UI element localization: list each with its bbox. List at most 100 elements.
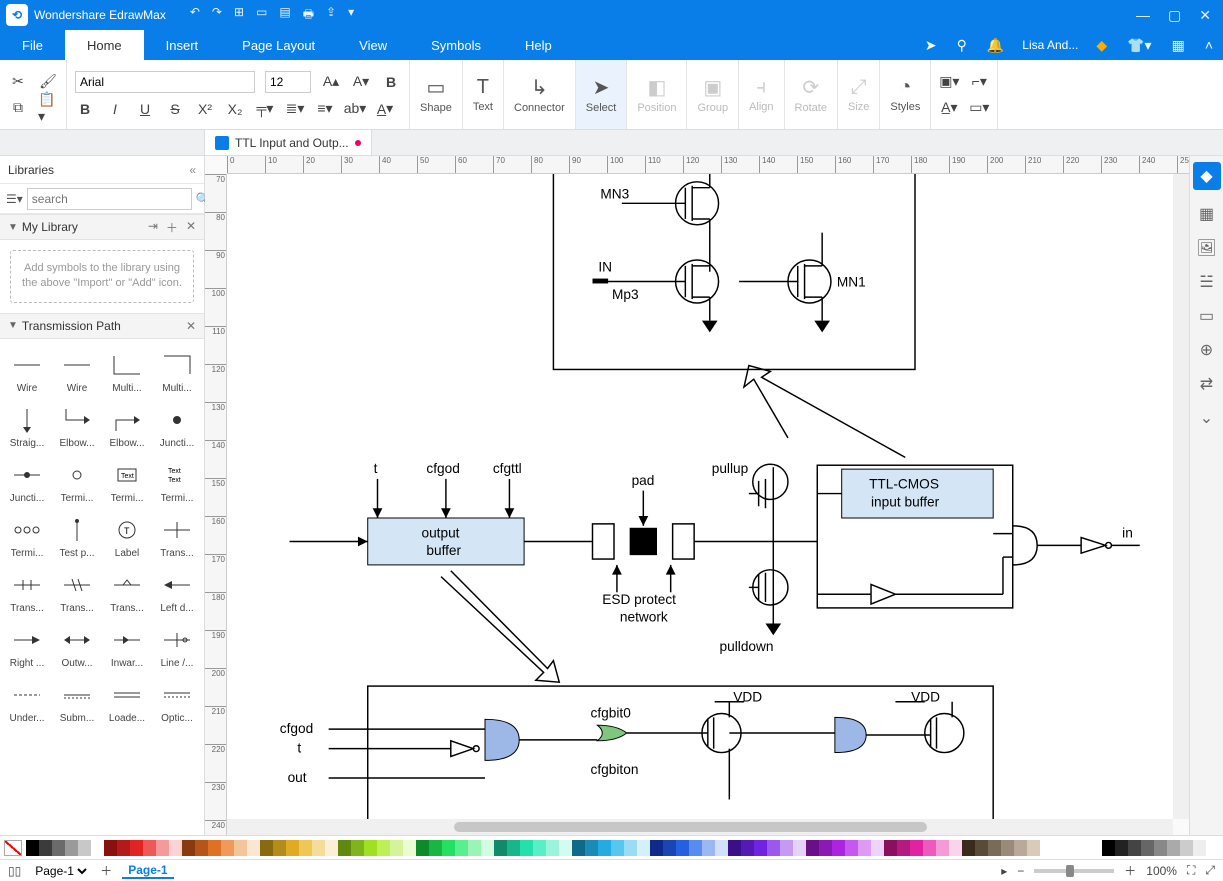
color-swatch[interactable] bbox=[442, 840, 455, 856]
color-swatch[interactable] bbox=[1001, 840, 1014, 856]
shuffle-icon[interactable]: ⇄ bbox=[1200, 374, 1213, 394]
minimize-icon[interactable]: — bbox=[1136, 7, 1150, 24]
color-swatch[interactable] bbox=[325, 840, 338, 856]
color-swatch[interactable] bbox=[260, 840, 273, 856]
symbol-item[interactable]: TextTextTermi... bbox=[152, 455, 202, 510]
symbol-item[interactable]: Wire bbox=[52, 345, 102, 400]
symbol-item[interactable]: Termi... bbox=[52, 455, 102, 510]
color-swatch[interactable] bbox=[949, 840, 962, 856]
maximize-icon[interactable]: ▢ bbox=[1168, 7, 1181, 24]
color-swatch[interactable] bbox=[91, 840, 104, 856]
color-swatch[interactable] bbox=[741, 840, 754, 856]
chevron-down-icon[interactable]: ▼ bbox=[8, 320, 18, 331]
send-icon[interactable]: ➤ bbox=[925, 37, 937, 54]
print-icon[interactable]: 🖶 bbox=[303, 5, 314, 26]
redo-icon[interactable]: ↷ bbox=[212, 5, 222, 26]
color-swatch[interactable] bbox=[832, 840, 845, 856]
color-swatch[interactable] bbox=[78, 840, 91, 856]
symbol-item[interactable]: Optic... bbox=[152, 675, 202, 730]
color-swatch[interactable] bbox=[65, 840, 78, 856]
apps-icon[interactable]: ▦ bbox=[1172, 37, 1185, 54]
symbol-item[interactable]: Trans... bbox=[102, 565, 152, 620]
page-tab[interactable]: Page-1 bbox=[122, 863, 173, 879]
color-swatch[interactable] bbox=[598, 840, 611, 856]
fill-icon[interactable]: ▣▾ bbox=[939, 72, 959, 92]
shape-tool[interactable]: ▭Shape bbox=[410, 60, 463, 129]
color-swatch[interactable] bbox=[858, 840, 871, 856]
italic-button[interactable]: I bbox=[105, 99, 125, 119]
symbol-mn3[interactable]: MN3 bbox=[600, 174, 718, 272]
collapse-panel-icon[interactable]: « bbox=[189, 163, 196, 177]
comment-icon[interactable]: ⌄ bbox=[1200, 408, 1213, 428]
color-swatch[interactable] bbox=[754, 840, 767, 856]
color-swatch[interactable] bbox=[351, 840, 364, 856]
color-swatch[interactable] bbox=[169, 840, 182, 856]
color-swatch[interactable] bbox=[156, 840, 169, 856]
color-swatch[interactable] bbox=[208, 840, 221, 856]
close-icon[interactable]: ✕ bbox=[1199, 7, 1211, 24]
symbol-buffer-out[interactable] bbox=[1081, 538, 1105, 554]
symbol-item[interactable]: Test p... bbox=[52, 510, 102, 565]
close-section-icon[interactable]: ✕ bbox=[186, 319, 196, 333]
symbol-item[interactable]: Under... bbox=[2, 675, 52, 730]
new-icon[interactable]: ⊞ bbox=[234, 5, 244, 26]
tshirt-icon[interactable]: 👕▾ bbox=[1127, 37, 1151, 54]
font-grow-icon[interactable]: A▴ bbox=[321, 72, 341, 92]
color-swatch[interactable] bbox=[728, 840, 741, 856]
color-swatch[interactable] bbox=[416, 840, 429, 856]
menu-view[interactable]: View bbox=[337, 30, 409, 60]
menu-symbols[interactable]: Symbols bbox=[409, 30, 503, 60]
color-swatch[interactable] bbox=[52, 840, 65, 856]
gray-swatch[interactable] bbox=[1102, 840, 1115, 856]
color-swatch[interactable] bbox=[221, 840, 234, 856]
symbol-item[interactable]: Multi... bbox=[102, 345, 152, 400]
play-icon[interactable]: ▸ bbox=[1001, 864, 1007, 878]
strike-button[interactable]: S bbox=[165, 99, 185, 119]
gray-swatch[interactable] bbox=[1154, 840, 1167, 856]
symbol-and-gate-2[interactable] bbox=[485, 719, 519, 760]
color-swatch[interactable] bbox=[130, 840, 143, 856]
text-tool[interactable]: TText bbox=[463, 60, 504, 129]
open-icon[interactable]: ▭ bbox=[256, 5, 267, 26]
zoom-in-icon[interactable]: ＋ bbox=[1124, 862, 1136, 879]
vertical-scrollbar[interactable] bbox=[1173, 174, 1189, 819]
color-swatch[interactable] bbox=[663, 840, 676, 856]
color-swatch[interactable] bbox=[195, 840, 208, 856]
symbol-item[interactable]: Trans... bbox=[2, 565, 52, 620]
color-swatch[interactable] bbox=[117, 840, 130, 856]
symbol-item[interactable]: Subm... bbox=[52, 675, 102, 730]
zoom-slider[interactable] bbox=[1034, 869, 1114, 873]
image-icon[interactable]: 🖼 bbox=[1196, 238, 1216, 258]
color-swatch[interactable] bbox=[26, 840, 39, 856]
theme-icon[interactable]: ◆ bbox=[1193, 162, 1221, 190]
arrow-style-icon[interactable]: ▭▾ bbox=[969, 98, 989, 118]
color-swatch[interactable] bbox=[494, 840, 507, 856]
symbol-and-gate-3[interactable] bbox=[835, 717, 866, 752]
color-swatch[interactable] bbox=[624, 840, 637, 856]
color-swatch[interactable] bbox=[364, 840, 377, 856]
symbol-item[interactable]: Right ... bbox=[2, 620, 52, 675]
color-swatch[interactable] bbox=[572, 840, 585, 856]
insert-icon[interactable]: ⊕ bbox=[1200, 340, 1213, 360]
undo-icon[interactable]: ↶ bbox=[190, 5, 200, 26]
symbol-item[interactable]: Straig... bbox=[2, 400, 52, 455]
format-painter-icon[interactable]: 🖌 bbox=[38, 72, 58, 92]
menu-insert[interactable]: Insert bbox=[144, 30, 221, 60]
no-color-swatch[interactable] bbox=[4, 840, 22, 856]
color-swatch[interactable] bbox=[247, 840, 260, 856]
color-swatch[interactable] bbox=[975, 840, 988, 856]
add-icon[interactable]: ＋ bbox=[166, 219, 178, 236]
color-swatch[interactable] bbox=[312, 840, 325, 856]
symbol-item[interactable]: Outw... bbox=[52, 620, 102, 675]
symbol-item[interactable]: Termi... bbox=[2, 510, 52, 565]
underline-button[interactable]: U bbox=[135, 99, 155, 119]
drawing-canvas[interactable]: MN3 IN Mp3 bbox=[227, 174, 1173, 819]
crop-icon[interactable]: ⌐▾ bbox=[969, 72, 989, 92]
symbol-item[interactable]: Line /... bbox=[152, 620, 202, 675]
color-swatch[interactable] bbox=[702, 840, 715, 856]
color-swatch[interactable] bbox=[988, 840, 1001, 856]
color-swatch[interactable] bbox=[299, 840, 312, 856]
pages-icon[interactable]: ▯▯ bbox=[8, 864, 21, 878]
color-swatch[interactable] bbox=[637, 840, 650, 856]
color-swatch[interactable] bbox=[234, 840, 247, 856]
